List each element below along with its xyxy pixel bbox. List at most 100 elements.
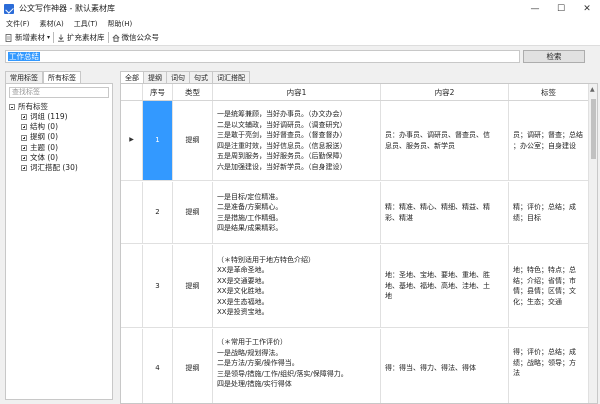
new-material-label: 新增素材	[15, 33, 45, 42]
cell-tags[interactable]: 员；调研；督查；总结 ；办公室；自身建设	[509, 101, 589, 180]
cell-line: 得；评价；总结；成	[513, 348, 576, 356]
cell-line: 地	[385, 292, 392, 301]
tab-common-tags[interactable]: 常用标签	[5, 71, 43, 83]
cell-type[interactable]: 提纲	[173, 245, 213, 327]
scroll-up-icon[interactable]: ▲	[590, 86, 595, 93]
material-tabs: 全部 提纲 词句 句式 词汇搭配	[120, 71, 598, 83]
tree-node-outline[interactable]: 提纲 (0)	[9, 132, 109, 142]
cell-type[interactable]: 提纲	[173, 329, 213, 403]
vertical-scrollbar[interactable]: ▲	[588, 84, 597, 403]
row-header	[121, 182, 143, 243]
tree-node-phrases[interactable]: 词组 (119)	[9, 112, 109, 122]
row-header	[121, 245, 143, 327]
app-icon	[4, 3, 14, 14]
cell-line: 化；生态；交通	[513, 297, 562, 306]
table-row[interactable]: 2 提纲 一是目标/定位精准。 二是准备/方案精心。 三是措施/工作精细。 四是…	[121, 182, 589, 244]
cell-content1[interactable]: 一是统筹兼顾，当好办事员。（办文办会） 二是以文辅政，当好调研员。（调查研究） …	[213, 101, 381, 180]
cell-line: 一是战略/规划得法。	[217, 348, 283, 357]
cell-content2[interactable]: 员：办事员、调研员、督查员、信 息员、服务员、新学员	[381, 101, 509, 180]
cell-line: （＊特别适用于地方特色介绍）	[217, 255, 315, 264]
new-material-button[interactable]: 新增素材 ▾	[5, 32, 50, 43]
cell-content2[interactable]: 得：得当、得力、得法、得体	[381, 329, 509, 403]
search-button[interactable]: 检索	[523, 50, 585, 63]
expand-icon[interactable]	[21, 165, 27, 172]
new-file-icon	[5, 33, 12, 42]
table-row[interactable]: 4 提纲 （＊常用于工作评价） 一是战略/规划得法。 二是方法/方案/操作得当。…	[121, 329, 589, 403]
cell-index[interactable]: 4	[143, 329, 173, 403]
cell-line: 二是以文辅政，当好调研员。（调查研究）	[217, 120, 347, 129]
tag-panel: 常用标签 所有标签 查找标签 所有标签 词组 (119) 结构 (0) 提纲 (…	[5, 71, 113, 400]
cell-tags[interactable]: 精；评价；总结；成 绩；目标	[509, 182, 589, 243]
expand-library-button[interactable]: 扩充素材库	[57, 32, 105, 43]
tab-phrases[interactable]: 词句	[166, 71, 190, 83]
search-input[interactable]: 工作总结	[5, 50, 520, 63]
cell-content2[interactable]: 地：圣地、宝地、要地、重地、胜 地、基地、福地、高地、洼地、土 地	[381, 245, 509, 327]
cell-tags[interactable]: 地；特色；特点；总 结；介绍；省情；市 情；县情；区情；文 化；生态；交通	[509, 245, 589, 327]
cell-line: 得：得当、得力、得法、得体	[385, 364, 476, 372]
column-header-content1[interactable]: 内容1	[213, 84, 381, 100]
expand-icon[interactable]	[21, 144, 27, 151]
cell-type[interactable]: 提纲	[173, 101, 213, 180]
cell-line: 息员、服务员、新学员	[385, 141, 455, 150]
close-icon[interactable]: ✕	[574, 0, 600, 17]
tree-root-label: 所有标签	[18, 102, 48, 111]
minimize-icon[interactable]: —	[522, 0, 548, 17]
column-header-content2[interactable]: 内容2	[381, 84, 509, 100]
tree-root[interactable]: 所有标签	[9, 102, 109, 112]
cell-type[interactable]: 提纲	[173, 182, 213, 243]
cell-line: 三是措施/工作精细。	[217, 213, 283, 222]
material-grid: 序号 类型 内容1 内容2 标签 ▶ 1 提纲 一是统筹兼顾，当好办事员。（办文…	[120, 83, 598, 404]
tab-outline[interactable]: 提纲	[143, 71, 167, 83]
cell-line: 地、基地、福地、高地、洼地、土	[385, 281, 490, 290]
cell-line: XX是投资宝地。	[217, 308, 269, 316]
material-panel: 全部 提纲 词句 句式 词汇搭配 序号 类型 内容1 内容2 标签 ▶ 1 提纲…	[120, 71, 598, 404]
expand-icon[interactable]	[21, 114, 27, 121]
cell-content1[interactable]: （＊常用于工作评价） 一是战略/规划得法。 二是方法/方案/操作得当。 三是领导…	[213, 329, 381, 403]
expand-icon[interactable]	[21, 154, 27, 161]
cell-tags[interactable]: 得；评价；总结；成 绩；战略；领导；方 法	[509, 329, 589, 403]
column-header-tags[interactable]: 标签	[509, 84, 589, 100]
cell-index[interactable]: 3	[143, 245, 173, 327]
maximize-icon[interactable]: ☐	[548, 0, 574, 17]
menu-tools[interactable]: 工具(T)	[74, 19, 98, 29]
tree-node-label: 词组 (119)	[30, 112, 68, 121]
menu-help[interactable]: 帮助(H)	[108, 19, 133, 29]
tag-filter-input[interactable]: 查找标签	[9, 87, 109, 98]
tab-all[interactable]: 全部	[120, 71, 144, 83]
expand-icon[interactable]	[21, 134, 27, 141]
wechat-button[interactable]: 微信公众号	[112, 32, 159, 43]
column-header-type[interactable]: 类型	[173, 84, 213, 100]
cell-content1[interactable]: 一是目标/定位精准。 二是准备/方案精心。 三是措施/工作精细。 四是结果/成果…	[213, 182, 381, 243]
menu-material[interactable]: 素材(A)	[40, 19, 64, 29]
row-header-corner	[121, 84, 143, 100]
cell-line: 情；县情；区情；文	[513, 287, 576, 295]
tab-all-tags[interactable]: 所有标签	[43, 71, 81, 83]
scrollbar-thumb[interactable]	[591, 99, 596, 159]
menu-file[interactable]: 文件(F)	[6, 19, 30, 29]
cell-index[interactable]: 1	[143, 101, 173, 180]
search-input-value: 工作总结	[8, 52, 40, 61]
tab-collocations[interactable]: 词汇搭配	[212, 71, 250, 83]
tree-node-theme[interactable]: 主题 (0)	[9, 143, 109, 153]
tab-sentence-patterns[interactable]: 句式	[189, 71, 213, 83]
tree-node-genre[interactable]: 文体 (0)	[9, 153, 109, 163]
cell-index[interactable]: 2	[143, 182, 173, 243]
tag-tabs: 常用标签 所有标签	[5, 71, 113, 83]
cell-content1[interactable]: （＊特别适用于地方特色介绍） XX是革命圣地。 XX是交通要地。 XX是文化胜地…	[213, 245, 381, 327]
column-header-index[interactable]: 序号	[143, 84, 173, 100]
expand-icon[interactable]	[21, 124, 27, 131]
cell-line: 地：圣地、宝地、要地、重地、胜	[385, 271, 490, 280]
tree-node-label: 词汇搭配 (30)	[30, 163, 78, 173]
cell-line: 四是注重时效，当好信息员。（信息报送）	[217, 141, 347, 150]
cell-line: 六是加强建设，当好新学员。（自身建设）	[217, 162, 347, 171]
collapse-icon[interactable]	[9, 104, 15, 110]
tree-node-collocations[interactable]: 词汇搭配 (30)	[9, 163, 109, 173]
cell-content2[interactable]: 精：精准、精心、精细、精益、精 彩、精湛	[381, 182, 509, 243]
cell-line: 法	[513, 369, 520, 377]
cell-line: 一是统筹兼顾，当好办事员。（办文办会）	[217, 110, 347, 118]
grid-header: 序号 类型 内容1 内容2 标签	[121, 84, 589, 101]
table-row[interactable]: 3 提纲 （＊特别适用于地方特色介绍） XX是革命圣地。 XX是交通要地。 XX…	[121, 245, 589, 328]
chevron-down-icon: ▾	[47, 34, 51, 41]
tree-node-structure[interactable]: 结构 (0)	[9, 122, 109, 132]
table-row[interactable]: ▶ 1 提纲 一是统筹兼顾，当好办事员。（办文办会） 二是以文辅政，当好调研员。…	[121, 101, 589, 181]
